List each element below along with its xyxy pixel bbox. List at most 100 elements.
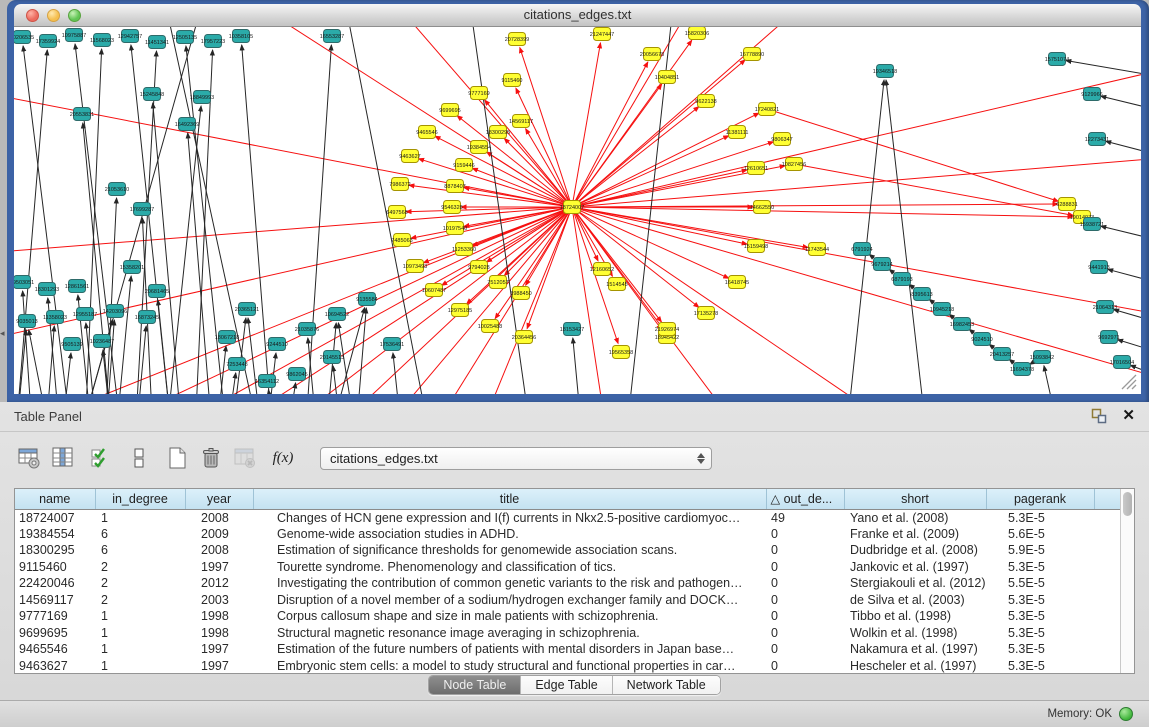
graph-node[interactable]: 14662550 [750, 201, 774, 214]
table-selector-dropdown[interactable]: citations_edges.txt [320, 447, 712, 470]
graph-node[interactable]: 10025488 [478, 320, 502, 333]
graph-node[interactable]: 9441913 [1088, 261, 1109, 274]
column-header-year[interactable]: year [185, 489, 253, 509]
tab-network-table[interactable]: Network Table [613, 676, 720, 694]
graph-node[interactable]: 10197540 [443, 222, 467, 235]
graph-node[interactable]: 11694378 [1010, 363, 1034, 376]
graph-node[interactable]: 10975887 [62, 29, 86, 42]
column-header-out-de-[interactable]: △ out_de... [766, 489, 844, 509]
graph-node[interactable]: 9622138 [695, 95, 716, 108]
graph-node[interactable]: 19565358 [609, 346, 633, 359]
citation-network-graph[interactable]: 1872400791154609777169969969594655469463… [14, 27, 1141, 394]
column-header-in-degree[interactable]: in_degree [95, 489, 185, 509]
graph-edge[interactable] [23, 291, 34, 394]
graph-node[interactable]: 17016504 [1110, 356, 1134, 369]
graph-node[interactable]: 12610651 [744, 162, 768, 175]
graph-edge[interactable] [188, 133, 214, 394]
graph-node[interactable]: 15938721 [1080, 218, 1104, 231]
graph-node[interactable]: 8988450 [510, 287, 531, 300]
graph-node[interactable]: 9244510 [266, 338, 287, 351]
graph-node[interactable]: 6791924 [851, 243, 872, 256]
graph-node[interactable]: 15159498 [744, 240, 768, 253]
graph-node[interactable]: 12505135 [173, 31, 197, 44]
graph-node[interactable]: 10945218 [930, 303, 954, 316]
graph-node[interactable]: 9463627 [399, 150, 420, 163]
graph-node[interactable]: 21053610 [105, 183, 129, 196]
graph-node[interactable]: 10694522 [325, 308, 349, 321]
create-column-button[interactable] [162, 443, 192, 473]
graph-node[interactable]: 9129966 [1081, 88, 1102, 101]
graph-node[interactable]: 11743544 [805, 243, 829, 256]
show-columns-button[interactable] [48, 443, 78, 473]
graph-node[interactable]: 11568023 [90, 34, 114, 47]
graph-node[interactable]: 20413257 [990, 348, 1014, 361]
close-window-button[interactable] [26, 9, 39, 22]
graph-node[interactable]: 9699695 [439, 104, 460, 117]
graph-node[interactable]: 15820306 [685, 27, 709, 40]
graph-node[interactable]: 10827456 [782, 158, 806, 171]
column-header-name[interactable]: name [15, 489, 95, 509]
graph-node[interactable]: 17135278 [694, 307, 718, 320]
graph-node[interactable]: 9024510 [971, 333, 992, 346]
graph-node[interactable]: 16553287 [320, 30, 344, 43]
graph-node[interactable]: 18301293 [35, 283, 59, 296]
graph-node[interactable]: 10973493 [403, 260, 427, 273]
table-row[interactable]: 977716911998Corpus callosum shape and si… [15, 608, 1120, 625]
graph-node[interactable]: 9692971 [1098, 331, 1119, 344]
minimize-window-button[interactable] [47, 9, 60, 22]
graph-node[interactable]: 16982453 [950, 318, 974, 331]
graph-edge[interactable] [572, 207, 662, 330]
graph-node[interactable]: 19346518 [873, 65, 897, 78]
graph-node[interactable]: 7253448 [226, 358, 247, 371]
graph-node[interactable]: 20365121 [235, 303, 259, 316]
graph-node[interactable]: 19503051 [14, 276, 34, 289]
graph-node[interactable]: 21926974 [655, 323, 679, 336]
graph-edge[interactable] [572, 142, 773, 207]
graph-edge[interactable] [44, 326, 54, 394]
graph-node[interactable]: 17240821 [755, 103, 779, 116]
graph-edge[interactable] [572, 62, 648, 207]
graph-node[interactable]: 20145513 [320, 351, 344, 364]
table-options-button[interactable] [14, 443, 44, 473]
table-scrollbar[interactable] [1120, 489, 1134, 673]
graph-node[interactable]: 12955187 [73, 308, 97, 321]
graph-edge[interactable] [164, 106, 201, 394]
table-row[interactable]: 946554611997Estimation of the future num… [15, 641, 1120, 658]
panel-collapse-arrow[interactable]: ◂ [0, 328, 5, 339]
graph-node[interactable]: 9505139 [61, 338, 82, 351]
graph-node[interactable]: 6288831 [1056, 198, 1077, 211]
graph-node[interactable]: 20681465 [145, 285, 169, 298]
graph-node[interactable]: 7986372 [389, 178, 410, 191]
graph-node[interactable]: 10236487 [90, 335, 114, 348]
table-scrollbar-thumb[interactable] [1123, 492, 1132, 516]
graph-node[interactable]: 9777169 [468, 87, 489, 100]
graph-node[interactable]: 21035876 [295, 323, 319, 336]
graph-node[interactable]: 20206535 [14, 31, 34, 44]
graph-node[interactable]: 11358023 [43, 311, 67, 324]
graph-node[interactable]: 9806347 [771, 133, 792, 146]
graph-node[interactable]: 18300295 [486, 126, 510, 139]
graph-edge[interactable] [572, 207, 954, 394]
graph-node[interactable]: 20553831 [70, 108, 94, 121]
graph-node[interactable]: 21064313 [1093, 301, 1117, 314]
window-titlebar[interactable]: citations_edges.txt [14, 4, 1141, 27]
graph-edge[interactable] [134, 326, 146, 394]
graph-edge[interactable] [526, 207, 572, 285]
tab-node-table[interactable]: Node Table [429, 676, 521, 694]
graph-node[interactable]: 21247447 [590, 28, 614, 41]
graph-node[interactable]: 10358105 [229, 30, 253, 43]
graph-node[interactable]: 9679214 [871, 258, 892, 271]
graph-node[interactable]: 17957223 [201, 35, 225, 48]
graph-node[interactable]: 1514545 [606, 278, 627, 291]
graph-node[interactable]: 7512057 [487, 276, 508, 289]
graph-edge[interactable] [409, 185, 572, 207]
graph-edge[interactable] [308, 338, 319, 394]
graph-edge[interactable] [268, 390, 279, 394]
graph-node[interactable]: 9794028 [468, 261, 489, 274]
graph-node[interactable]: 9159446 [453, 159, 474, 172]
graph-edge[interactable] [229, 318, 246, 394]
graph-node[interactable]: 9546328 [441, 201, 462, 214]
select-functions-button[interactable] [86, 443, 116, 473]
tab-edge-table[interactable]: Edge Table [521, 676, 612, 694]
delete-column-button[interactable] [196, 443, 226, 473]
